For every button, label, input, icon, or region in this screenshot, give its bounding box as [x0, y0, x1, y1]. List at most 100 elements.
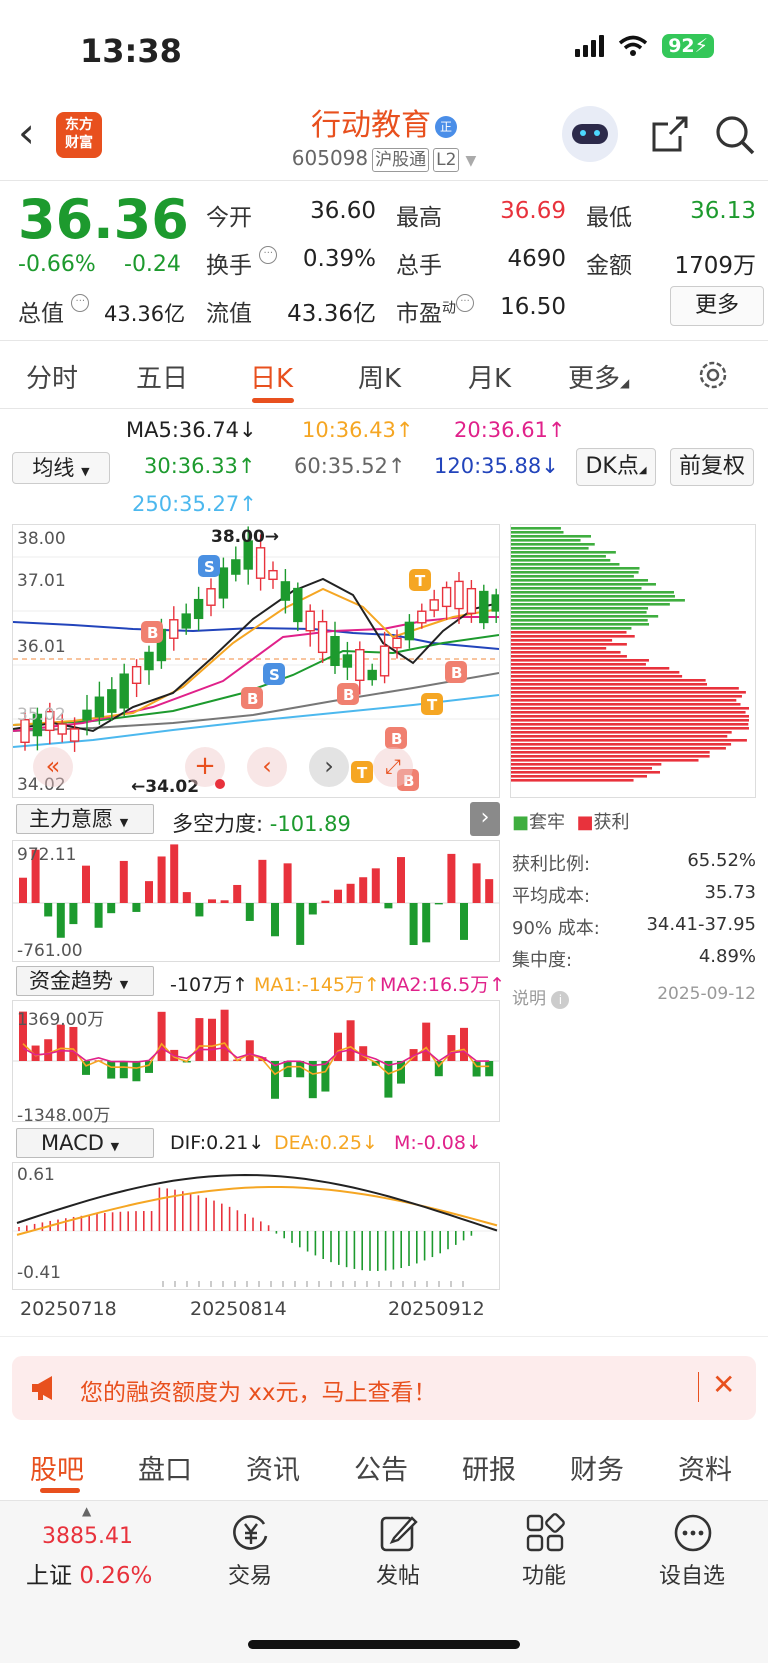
tab-five-day[interactable]: 五日 — [136, 358, 188, 395]
scroll-left-icon[interactable]: ‹ — [247, 747, 287, 787]
chip-bar — [511, 667, 670, 670]
tab-weekly-k[interactable]: 周K — [358, 358, 401, 395]
settings-gear-icon[interactable] — [696, 358, 730, 392]
chip-label-2: 90% 成本: — [512, 918, 600, 939]
expand-right-icon[interactable]: › — [470, 802, 500, 836]
indicator-select-zlyy[interactable]: 主力意愿 ▼ — [16, 804, 154, 834]
legend-profit: 获利 — [593, 812, 630, 833]
function-grid-icon[interactable] — [524, 1512, 566, 1554]
svg-text:T: T — [415, 572, 426, 590]
indicator-bar — [107, 903, 116, 914]
indicator-bar — [182, 892, 191, 903]
tab-profile[interactable]: 资料 — [678, 1448, 732, 1487]
indicator-bar — [447, 1035, 456, 1061]
chip-value-0: 65.52% — [687, 850, 756, 871]
zlyy-bars — [13, 844, 499, 946]
candle — [82, 709, 92, 721]
level-tag: L2 — [433, 148, 460, 172]
zjqs-ma2-text: MA2:16.5万 — [380, 974, 490, 996]
chip-bar — [511, 603, 670, 606]
candle — [69, 728, 80, 742]
share-icon[interactable] — [650, 114, 690, 154]
nav-add-watchlist[interactable]: 设自选 — [642, 1558, 742, 1590]
zjqs-value: -107万↑ — [170, 974, 249, 996]
search-icon[interactable] — [714, 114, 756, 156]
chip-bar — [511, 643, 627, 646]
low-value: 36.13 — [690, 198, 756, 224]
more-quote-button[interactable]: 更多 — [670, 286, 764, 326]
chip-label-0: 获利比例: — [512, 854, 591, 875]
ma120-value: 120:35.88↓ — [434, 454, 559, 478]
tab-guba[interactable]: 股吧 — [30, 1448, 84, 1487]
promo-divider — [698, 1372, 699, 1402]
indicator-bar — [258, 859, 267, 903]
zlyy-chart: 972.11 -761.00 — [12, 840, 500, 962]
chip-bar — [511, 655, 627, 658]
tab-daily-k[interactable]: 日K — [250, 358, 293, 395]
indicator-bar — [384, 1061, 393, 1098]
nav-function[interactable]: 功能 — [494, 1558, 594, 1590]
tab-intraday[interactable]: 分时 — [26, 358, 78, 395]
tab-announcements[interactable]: 公告 — [354, 1448, 408, 1487]
line-type-label: 均线 — [32, 456, 75, 480]
chip-value-3: 4.89% — [698, 946, 756, 967]
candle — [107, 689, 117, 713]
assistant-avatar[interactable] — [562, 106, 618, 162]
tab-research[interactable]: 研报 — [462, 1448, 516, 1487]
post-edit-icon[interactable] — [378, 1512, 420, 1554]
financing-promo-banner[interactable]: 您的融资额度为 xx元，马上查看！ ✕ — [12, 1356, 756, 1420]
tab-news[interactable]: 资讯 — [246, 1448, 300, 1487]
chip-bar — [511, 731, 732, 734]
candle — [491, 594, 499, 612]
chip-note[interactable]: 说明 i — [512, 984, 570, 1009]
kline-chart[interactable]: S S B B B B B T T T B 38.00 37.01 36.01 … — [12, 524, 500, 798]
tab-monthly-k[interactable]: 月K — [468, 358, 511, 395]
nav-post[interactable]: 发帖 — [348, 1558, 448, 1590]
candle — [305, 610, 315, 632]
candle — [169, 619, 179, 639]
nav-trade[interactable]: 交易 — [200, 1558, 300, 1590]
indicator-select-zjqs[interactable]: 资金趋势 ▼ — [16, 966, 154, 996]
open-value: 36.60 — [310, 198, 376, 224]
indicator-bar — [107, 1061, 116, 1079]
svg-text:S: S — [204, 558, 215, 576]
tab-finance[interactable]: 财务 — [570, 1448, 624, 1487]
zjqs-y-top: 1369.00万 — [17, 1010, 105, 1030]
adjust-button[interactable]: 前复权 — [670, 448, 754, 486]
index-value[interactable]: 3885.41 — [42, 1524, 133, 1549]
scroll-left-fast-icon[interactable]: « — [33, 747, 73, 787]
scroll-right-icon[interactable]: › — [309, 747, 349, 787]
candle — [441, 586, 452, 608]
info-icon[interactable]: ··· — [71, 294, 90, 312]
info-icon[interactable]: ··· — [259, 246, 278, 264]
cellular-signal-icon — [575, 35, 605, 57]
stock-code: 605098 — [291, 146, 369, 170]
line-type-select[interactable]: 均线 ▼ — [12, 452, 110, 484]
tab-more[interactable]: 更多◢ — [568, 358, 629, 395]
chip-bar — [511, 723, 749, 726]
expand-icon[interactable]: ⤢ — [373, 747, 413, 787]
indicator-select-macd[interactable]: MACD ▼ — [16, 1128, 154, 1158]
indicator-bar — [69, 903, 78, 925]
indicator-bar — [145, 881, 153, 903]
amount-label: 金额 — [586, 253, 632, 279]
index-info[interactable]: 上证 0.26% — [26, 1556, 152, 1590]
chip-bar — [511, 547, 589, 550]
chip-bar — [511, 619, 648, 622]
watchlist-more-icon[interactable] — [672, 1512, 714, 1554]
candle — [466, 587, 477, 615]
chip-bar — [511, 679, 706, 682]
chip-bar — [511, 659, 649, 662]
indicator-bar — [195, 1018, 204, 1061]
close-icon[interactable]: ✕ — [712, 1368, 735, 1401]
chip-bar — [511, 623, 650, 626]
ma250-text: 250:35.27 — [132, 492, 240, 516]
trade-yen-icon[interactable] — [230, 1512, 272, 1554]
chip-bar — [511, 563, 620, 566]
tab-pankou[interactable]: 盘口 — [138, 1448, 192, 1487]
zjqs-value-text: -107万 — [170, 974, 233, 996]
chip-bar — [511, 683, 708, 686]
divider — [0, 1336, 768, 1337]
dk-point-button[interactable]: DK点◢ — [576, 448, 656, 486]
info-icon[interactable]: ··· — [456, 294, 474, 312]
